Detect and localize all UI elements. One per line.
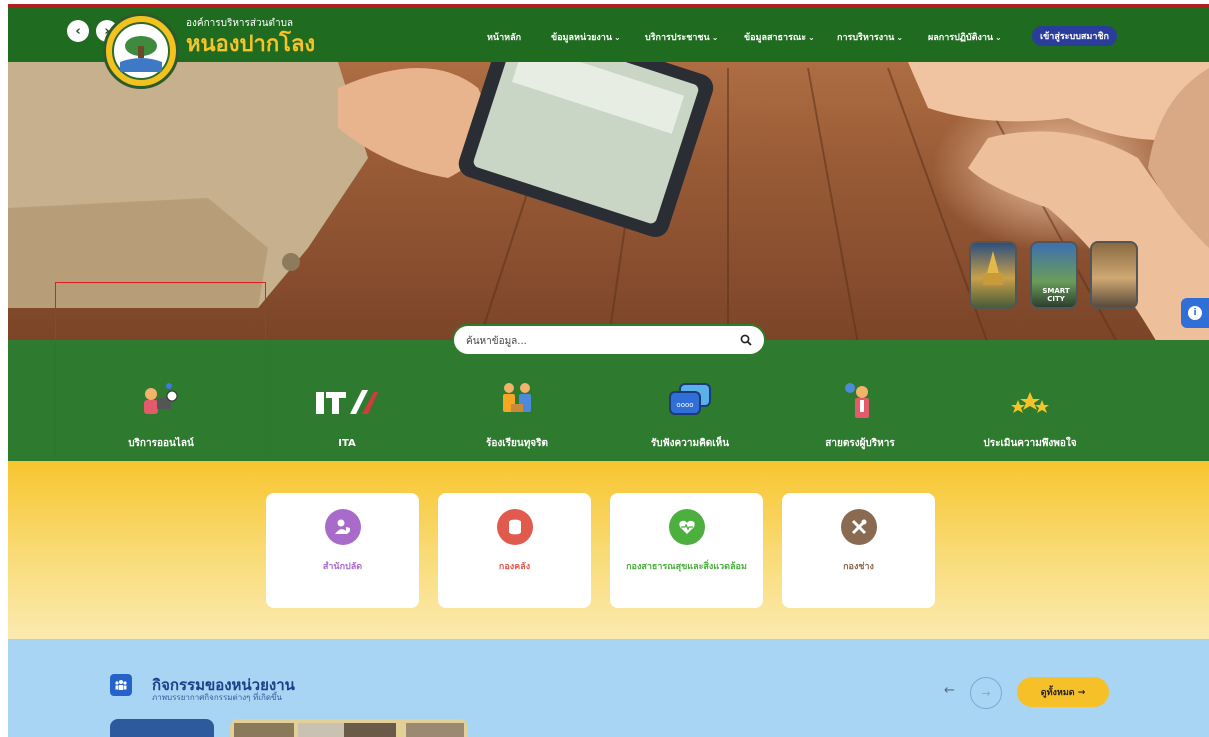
org-name[interactable]: หนองปากโลง	[186, 26, 315, 61]
logo-emblem-icon	[120, 36, 162, 72]
smart-city-label: SMART CITY	[1042, 287, 1070, 303]
hero-thumbnail-smart-city[interactable]: SMART CITY	[1030, 241, 1078, 309]
corruption-complaint-icon	[495, 380, 539, 424]
activity-card[interactable]	[110, 719, 214, 737]
dept-label: สำนักปลัด	[322, 562, 363, 572]
stars-icon	[1008, 380, 1052, 424]
chevron-left-icon: ‹	[75, 23, 81, 39]
service-ita[interactable]: ITA	[282, 380, 412, 449]
service-ita-label: ITA	[338, 438, 356, 449]
page: ‹ › องค์การบริหารส่วนตำบล หนองปากโลง หน้…	[0, 0, 1209, 737]
hero-thumbnail-temple[interactable]	[969, 241, 1017, 309]
dept-office-of-clerk[interactable]: สำนักปลัด	[266, 493, 419, 608]
logo-emblem	[112, 22, 170, 80]
temple-image	[983, 251, 1003, 285]
menu-public-info[interactable]: ข้อมูลสาธารณะ ⌄	[744, 30, 815, 44]
hero-prev-button[interactable]: ‹	[67, 20, 89, 42]
service-executive-hotline[interactable]: สายตรงผู้บริหาร	[795, 380, 925, 451]
organization-logo[interactable]	[103, 13, 179, 89]
search-input[interactable]	[466, 333, 726, 349]
activities-next-button[interactable]: →	[970, 677, 1002, 709]
menu-performance[interactable]: ผลการปฏิบัติงาน ⌄	[928, 30, 1002, 44]
activity-card[interactable]	[230, 719, 468, 737]
chevron-down-icon: ⌄	[808, 33, 815, 42]
heart-pulse-icon	[668, 509, 705, 545]
dept-label: กองคลัง	[498, 562, 531, 572]
view-all-button[interactable]: ดูทั้งหมด →	[1017, 677, 1109, 707]
user-shield-icon	[324, 509, 361, 545]
search-bar	[452, 324, 766, 356]
tools-icon	[840, 509, 877, 545]
service-satisfaction-label: ประเมินความพึงพอใจ	[983, 438, 1077, 449]
service-feedback-label: รับฟังความคิดเห็น	[650, 438, 730, 449]
member-login-button[interactable]: เข้าสู่ระบบสมาชิก	[1032, 26, 1117, 46]
activities-prev-button[interactable]: ←	[944, 683, 955, 698]
chat-bubbles-icon: oooo	[668, 380, 712, 424]
executive-hotline-icon	[838, 380, 882, 424]
dept-label: กองช่าง	[843, 562, 874, 572]
service-satisfaction[interactable]: ประเมินความพึงพอใจ	[965, 380, 1095, 451]
dept-finance[interactable]: กองคลัง	[438, 493, 591, 608]
activity-photos	[234, 723, 464, 737]
service-corruption-complaint-label: ร้องเรียนทุจริต	[485, 438, 549, 449]
arrow-right-icon: →	[981, 686, 991, 700]
dept-label: กองสาธารณสุขและสิ่งแวดล้อม	[626, 562, 747, 572]
departments-band	[8, 461, 1209, 639]
menu-home[interactable]: หน้าหลัก	[487, 30, 521, 44]
svg-text:oooo: oooo	[676, 401, 693, 409]
accessibility-icon: i	[1188, 306, 1202, 320]
dept-engineering[interactable]: กองช่าง	[782, 493, 935, 608]
dept-public-health[interactable]: กองสาธารณสุขและสิ่งแวดล้อม	[610, 493, 763, 608]
menu-administration[interactable]: การบริหารงาน ⌄	[837, 30, 903, 44]
coins-icon	[496, 509, 533, 545]
hero-thumbnail-officials[interactable]	[1090, 241, 1138, 309]
service-feedback[interactable]: oooo รับฟังความคิดเห็น	[625, 380, 755, 451]
chevron-down-icon: ⌄	[995, 33, 1002, 42]
menu-agency-info[interactable]: ข้อมูลหน่วยงาน ⌄	[551, 30, 621, 44]
group-icon	[110, 674, 132, 696]
chevron-down-icon: ⌄	[896, 33, 904, 42]
ita-logo-icon	[312, 380, 382, 424]
accessibility-button[interactable]: i	[1181, 298, 1209, 328]
activities-subtitle: ภาพบรรยากาศกิจกรรมต่างๆ ที่เกิดขึ้น	[152, 693, 282, 702]
service-corruption-complaint[interactable]: ร้องเรียนทุจริต	[452, 380, 582, 451]
chevron-down-icon: ⌄	[614, 33, 621, 42]
chevron-down-icon: ⌄	[711, 33, 719, 42]
service-executive-hotline-label: สายตรงผู้บริหาร	[825, 438, 895, 449]
menu-public-services[interactable]: บริการประชาชน ⌄	[645, 30, 718, 44]
search-icon[interactable]	[740, 334, 752, 346]
